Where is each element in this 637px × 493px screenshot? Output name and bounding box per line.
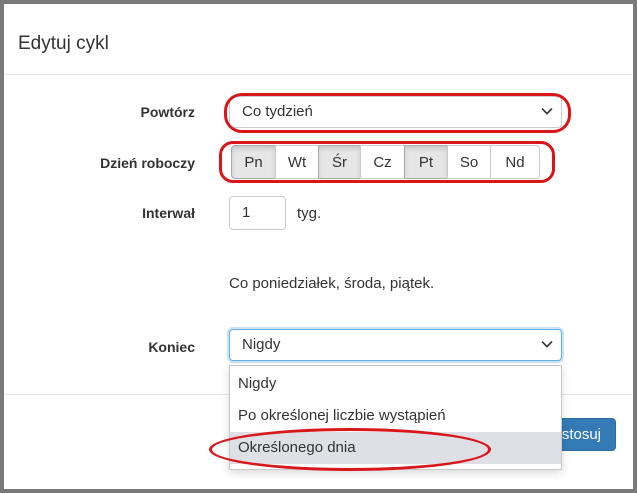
end-select-value: Nigdy [242, 336, 281, 353]
chevron-down-icon [541, 341, 553, 348]
chevron-down-icon [541, 108, 553, 115]
modal-title: Edytuj cykl [18, 33, 109, 54]
end-label: Koniec [148, 339, 195, 355]
weekday-button-group: Pn Wt Śr Cz Pt So Nd [231, 145, 540, 179]
weekday-button[interactable]: Śr [318, 145, 361, 179]
end-dropdown-list: Nigdy Po określonej liczbie wystąpień Ok… [229, 365, 562, 470]
repeat-select[interactable]: Co tydzień [229, 96, 562, 128]
header-divider [5, 74, 632, 75]
interval-unit: tyg. [297, 205, 322, 222]
weekday-button[interactable]: Pn [231, 145, 276, 179]
weekday-button[interactable]: Cz [360, 145, 405, 179]
end-option-after-count[interactable]: Po określonej liczbie wystąpień [230, 400, 561, 432]
end-select[interactable]: Nigdy [229, 329, 562, 361]
weekday-button[interactable]: Wt [275, 145, 319, 179]
end-option-never[interactable]: Nigdy [230, 368, 561, 400]
repeat-select-value: Co tydzień [242, 103, 313, 120]
end-option-on-date[interactable]: Określonego dnia [230, 432, 561, 464]
recurrence-summary: Co poniedziałek, środa, piątek. [229, 275, 435, 292]
weekday-button[interactable]: So [447, 145, 491, 179]
interval-input[interactable]: 1 [229, 196, 286, 230]
repeat-label: Powtórz [140, 104, 195, 120]
weekday-button[interactable]: Nd [490, 145, 540, 179]
weekday-button[interactable]: Pt [404, 145, 448, 179]
interval-label: Interwał [142, 205, 195, 221]
weekday-label: Dzień roboczy [100, 155, 195, 171]
